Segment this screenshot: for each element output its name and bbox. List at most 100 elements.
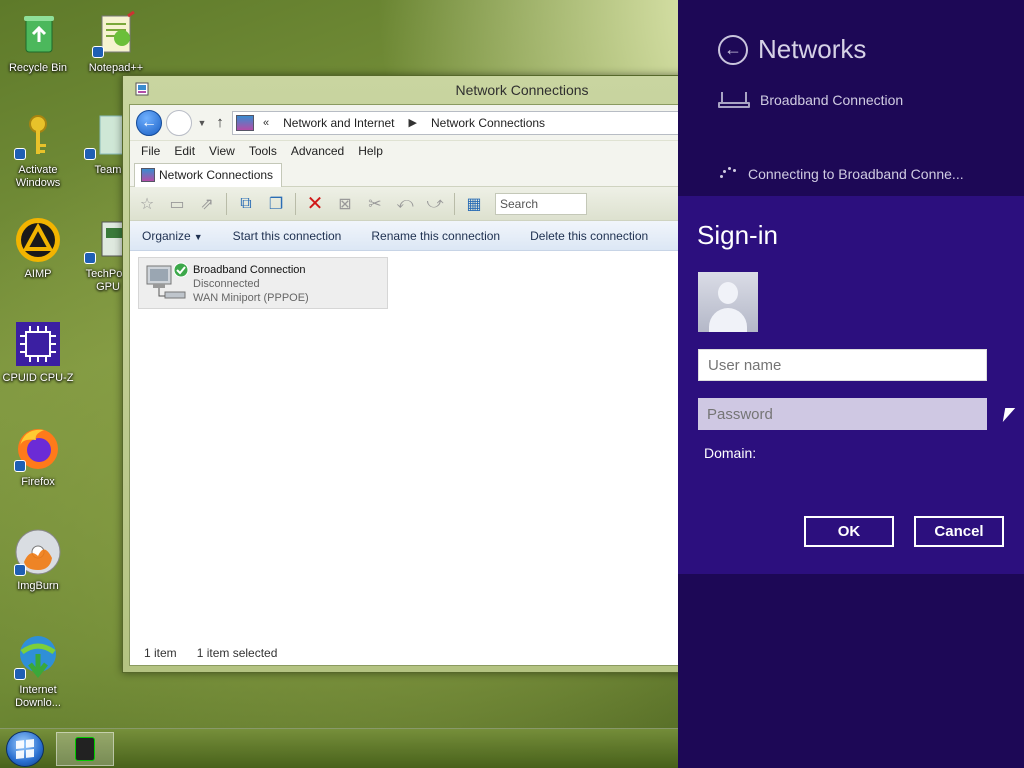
organize-label: Organize	[142, 228, 191, 243]
connections-list: Broadband Connection Disconnected WAN Mi…	[130, 251, 700, 651]
window-title: Network Connections	[455, 82, 589, 98]
user-avatar-icon	[698, 272, 758, 332]
imgburn-icon	[14, 528, 62, 576]
window-client-area: ← ▼ ↑ « Network and Internet ▶ Network C…	[129, 104, 701, 666]
address-overflow[interactable]: «	[263, 117, 269, 129]
toolbar-divider	[295, 192, 296, 215]
desktop-icon-notepadpp[interactable]: Notepad++	[78, 10, 154, 75]
properties-icon[interactable]: ▭	[164, 192, 190, 216]
navigation-bar: ← ▼ ↑ « Network and Internet ▶ Network C…	[130, 105, 700, 141]
desktop-icon-label: Internet Downlo...	[15, 684, 61, 709]
desktop-icon-aimp[interactable]: AIMP	[0, 216, 76, 281]
windows-logo-icon	[16, 739, 34, 759]
cancel-button[interactable]: Cancel	[914, 516, 1004, 547]
start-connection-button[interactable]: Start this connection	[218, 229, 357, 243]
desktop-icon-label: Notepad++	[88, 62, 144, 74]
desktop-icon-firefox[interactable]: Firefox	[0, 424, 76, 489]
breadcrumb-network-connections[interactable]: Network Connections	[423, 116, 553, 130]
tab-strip: Network Connections	[130, 161, 700, 187]
back-arrow-icon[interactable]: ←	[718, 34, 748, 65]
recent-locations-dropdown[interactable]: ▼	[196, 118, 208, 128]
list-item-broadband-connection[interactable]: Broadband Connection Disconnected WAN Mi…	[138, 257, 388, 309]
signin-title: Sign-in	[697, 220, 778, 250]
menu-file[interactable]: File	[134, 144, 167, 158]
arrow-up-icon: ↑	[216, 114, 224, 131]
start-button[interactable]	[6, 731, 44, 767]
toolbar-search-input[interactable]: Search	[495, 192, 587, 215]
desktop-icon-label: ImgBurn	[17, 580, 59, 592]
networks-header: ← Networks	[718, 34, 866, 65]
windows-icon[interactable]: ❐	[263, 192, 289, 216]
desktop-icon-imgburn[interactable]: ImgBurn	[0, 528, 76, 593]
arrow-left-icon: ←	[141, 113, 157, 131]
taskbar-app-button[interactable]	[56, 732, 114, 766]
username-input[interactable]	[698, 349, 987, 381]
connection-status: Disconnected	[193, 278, 260, 290]
breadcrumb-separator-icon[interactable]: ▶	[409, 116, 417, 129]
connection-name: Broadband Connection	[193, 264, 306, 276]
desktop-icon-label: CPUID CPU-Z	[2, 372, 74, 384]
tab-network-connections[interactable]: Network Connections	[134, 163, 283, 187]
network-connections-window[interactable]: Network Connections ← ▼ ↑ « Network and …	[122, 75, 702, 673]
undo-icon[interactable]: ⤺	[392, 192, 418, 216]
view-options-icon[interactable]: ▦	[461, 192, 487, 216]
item-count: 1 item	[144, 646, 177, 660]
back-button[interactable]: ←	[136, 109, 162, 136]
copy-icon[interactable]: ⧉	[233, 192, 259, 216]
tab-label: Network Connections	[159, 168, 274, 182]
desktop-icon-label: AIMP	[24, 268, 52, 280]
password-input[interactable]	[698, 398, 987, 430]
network-adapter-icon	[143, 262, 191, 304]
router-icon	[718, 92, 750, 108]
menu-bar: File Edit View Tools Advanced Help	[130, 141, 700, 161]
connection-device: WAN Miniport (PPPOE)	[193, 292, 309, 304]
breadcrumb-network-and-internet[interactable]: Network and Internet	[275, 116, 402, 130]
taskbar	[0, 728, 678, 768]
domain-label: Domain:	[704, 445, 757, 461]
firefox-icon	[14, 424, 62, 472]
address-bar[interactable]: « Network and Internet ▶ Network Connect…	[232, 110, 700, 135]
delete-icon[interactable]: ✕	[302, 192, 328, 216]
menu-view[interactable]: View	[202, 144, 242, 158]
cut-icon[interactable]: ✂	[362, 192, 388, 216]
up-button[interactable]: ↑	[212, 114, 228, 131]
idm-icon	[14, 632, 62, 680]
signin-panel: Sign-in Domain: OK Cancel	[678, 196, 1024, 574]
toolbar-divider	[226, 192, 227, 215]
control-panel-icon	[236, 114, 254, 131]
aimp-icon	[14, 216, 62, 264]
spinner-icon	[718, 167, 738, 181]
forward-button[interactable]	[166, 109, 192, 136]
app-icon	[75, 737, 95, 761]
network-name: Broadband Connection	[760, 92, 904, 108]
recycle-bin-icon	[14, 10, 62, 58]
notepadpp-icon	[92, 10, 140, 58]
organize-button[interactable]: Organize ▼	[130, 229, 218, 243]
menu-tools[interactable]: Tools	[242, 144, 284, 158]
network-item-broadband[interactable]: Broadband Connection	[718, 92, 903, 108]
status-bar: 1 item 1 item selected	[130, 641, 700, 665]
menu-help[interactable]: Help	[351, 144, 390, 158]
disconnect-icon[interactable]: ⊠	[332, 192, 358, 216]
toolbar-divider	[454, 192, 455, 215]
desktop-icon-internet-download-manager[interactable]: Internet Downlo...	[0, 632, 76, 710]
mouse-pointer-icon	[1002, 408, 1016, 422]
desktop-icon-label: Firefox	[21, 476, 55, 488]
networks-pane: ← Networks Broadband Connection Connecti…	[678, 0, 1024, 768]
redo-icon[interactable]: ⤻	[422, 192, 448, 216]
desktop-icon-cpuz[interactable]: CPUID CPU-Z	[0, 320, 76, 385]
connection-text: Broadband Connection Disconnected WAN Mi…	[193, 263, 309, 305]
connecting-text: Connecting to Broadband Conne...	[748, 166, 964, 182]
cpuz-icon	[14, 320, 62, 368]
desktop-icon-label: Recycle Bin	[8, 62, 68, 74]
delete-connection-button[interactable]: Delete this connection	[515, 229, 663, 243]
desktop-icon-activate-windows[interactable]: Activate Windows	[0, 112, 76, 190]
menu-advanced[interactable]: Advanced	[284, 144, 351, 158]
favorite-star-icon[interactable]: ☆	[134, 192, 160, 216]
ok-button[interactable]: OK	[804, 516, 894, 547]
chevron-down-icon: ▼	[193, 231, 203, 242]
share-icon[interactable]: ⇗	[194, 192, 220, 216]
rename-connection-button[interactable]: Rename this connection	[356, 229, 515, 243]
desktop-icon-recycle-bin[interactable]: Recycle Bin	[0, 10, 76, 75]
menu-edit[interactable]: Edit	[167, 144, 202, 158]
